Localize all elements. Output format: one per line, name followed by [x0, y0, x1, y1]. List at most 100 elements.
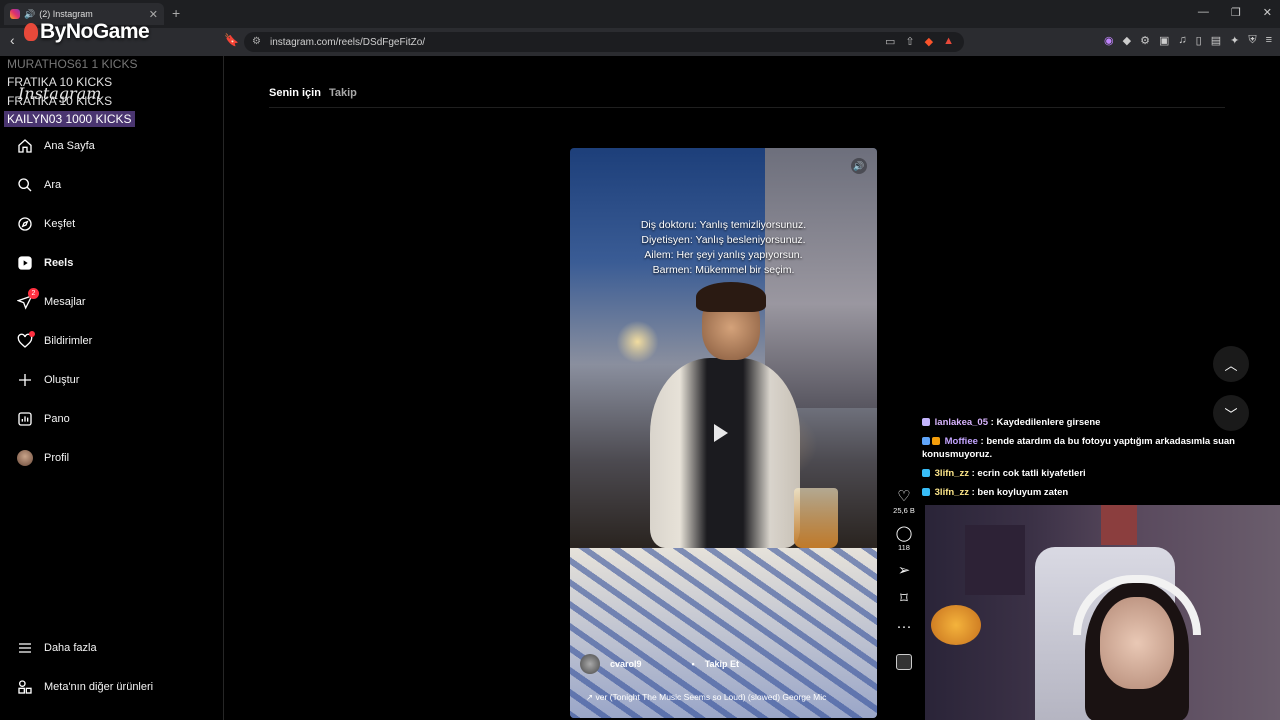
close-tab-icon[interactable]: ✕ — [149, 8, 158, 21]
chat-badge-icon — [922, 437, 930, 446]
chat-message: 3lifn_zz : ecrin cok tatli kiyafetleri — [922, 467, 1252, 480]
chat-text: ben koyluyum zaten — [977, 487, 1069, 498]
send-icon: ➢ — [897, 562, 911, 579]
divider — [269, 107, 1225, 108]
url-field[interactable]: ⚙ instagram.com/reels/DSdFgeFitZo/ ▭ ⇧ ◆… — [244, 32, 964, 52]
sidebar-item-profile[interactable]: Profil — [16, 447, 69, 469]
audio-thumbnail[interactable] — [896, 654, 912, 670]
sidebar: MURATHOS61 1 KICKS FRATIKA 10 KICKS Inst… — [0, 56, 224, 720]
chevron-up-icon: ︿ — [1224, 357, 1238, 373]
tab-for-you[interactable]: Senin için — [269, 87, 321, 99]
notification-badge: 2 — [28, 288, 39, 299]
cast-icon[interactable]: ▭ — [885, 35, 895, 48]
extension-icon[interactable]: ◉ — [1104, 34, 1114, 47]
apps-grid-icon — [16, 678, 34, 696]
volume-icon[interactable]: 🔊 — [851, 158, 867, 174]
play-icon[interactable] — [714, 424, 728, 442]
video-scene-glass — [794, 488, 838, 548]
extension-icon[interactable]: ▣ — [1159, 34, 1169, 47]
like-count: 25,6 B — [893, 506, 915, 515]
sidebar-item-meta-products[interactable]: Meta'nın diğer ürünleri — [16, 676, 153, 698]
chat-text: ecrin cok tatli kiyafetleri — [977, 468, 1086, 479]
notification-dot — [29, 331, 35, 337]
heart-icon — [16, 331, 35, 350]
instagram-favicon-icon — [10, 9, 20, 19]
dashboard-icon — [16, 410, 34, 428]
tab-following[interactable]: Takip — [329, 87, 357, 99]
back-icon[interactable]: ‹ — [10, 32, 15, 48]
chat-username: 3lifn_zz — [934, 468, 969, 479]
avatar[interactable] — [580, 654, 600, 674]
chat-text: Kaydedilenlere girsene — [996, 417, 1101, 428]
vpn-icon[interactable]: ⛨ — [1248, 34, 1256, 47]
video-scene-person — [650, 282, 800, 548]
comment-icon: ◯ — [895, 525, 913, 542]
music-track[interactable]: ↗ ver (Tonight The Music Seems so Loud) … — [586, 692, 866, 703]
sidebar-item-messages[interactable]: 2 Mesajlar — [16, 288, 86, 313]
sidebar-item-create[interactable]: Oluştur — [16, 369, 79, 391]
sidebar-item-label: Profil — [44, 452, 70, 464]
kick-alert: MURATHOS61 1 KICKS — [7, 57, 138, 71]
compass-icon — [16, 215, 34, 233]
menu-icon[interactable]: ≡ — [1266, 34, 1272, 47]
sidebar-item-explore[interactable]: Keşfet — [16, 213, 75, 235]
url-actions: ▭ ⇧ ◆ ▲ — [885, 35, 954, 48]
sidebar-item-dashboard[interactable]: Pano — [16, 408, 70, 430]
comment-button[interactable]: ◯ 118 — [896, 525, 913, 552]
rewards-icon[interactable]: ▲ — [943, 35, 954, 48]
brave-shield-icon[interactable]: ◆ — [925, 35, 933, 48]
wallet-icon[interactable]: ▤ — [1211, 34, 1221, 47]
chat-message: Moffiee : bende atardım da bu fotoyu yap… — [922, 436, 1235, 460]
reel-actions: ♡ 25,6 B ◯ 118 ➢ ⌑ ··· — [889, 488, 919, 670]
sidebar-item-home[interactable]: Ana Sayfa — [16, 135, 95, 157]
music-icon[interactable]: ♫ — [1178, 34, 1186, 47]
more-options-button[interactable]: ··· — [897, 618, 912, 636]
reel-video[interactable]: Diş doktoru: Yanlış temizliyorsunuz. Diy… — [570, 148, 877, 718]
home-icon — [16, 137, 34, 155]
save-button[interactable]: ⌑ — [900, 590, 908, 608]
chat-message: lanlakea_05 : Kaydedilenlere girsene — [922, 416, 1252, 429]
site-info-icon[interactable]: ⚙ — [252, 36, 261, 47]
follow-button[interactable]: Takip Et — [705, 659, 739, 669]
leo-icon[interactable]: ✦ — [1230, 34, 1239, 47]
speaker-icon: 🔊 — [24, 8, 36, 19]
restore-icon[interactable]: ❐ — [1231, 6, 1241, 19]
share-icon[interactable]: ⇧ — [905, 35, 914, 48]
sidebar-item-label: Mesajlar — [44, 296, 86, 308]
sidebar-item-more[interactable]: Daha fazla — [16, 637, 97, 659]
sidebar-item-label: Ara — [44, 179, 62, 191]
stream-chat: lanlakea_05 : Kaydedilenlere girsene Mof… — [922, 416, 1252, 505]
previous-reel-button[interactable]: ︿ — [1213, 346, 1249, 382]
reels-icon — [16, 254, 34, 272]
minimize-icon[interactable]: — — [1198, 6, 1209, 19]
chat-username: 3lifn_zz — [934, 487, 969, 498]
sidebar-item-reels[interactable]: Reels — [16, 252, 73, 274]
sidebar-item-label: Bildirimler — [44, 335, 93, 347]
kick-alert: FRATIKA 10 KICKS — [7, 94, 113, 108]
new-tab-button[interactable]: + — [172, 5, 180, 21]
sidebar-item-label: Oluştur — [44, 374, 80, 386]
extension-icon[interactable]: ⚙ — [1140, 34, 1150, 47]
extensions-bar: ◉ ◆ ⚙ ▣ ♫ ▯ ▤ ✦ ⛨ ≡ — [1104, 34, 1272, 47]
chat-username: Moffiee — [944, 436, 978, 447]
plus-icon — [16, 371, 34, 389]
close-window-icon[interactable]: ✕ — [1263, 6, 1272, 19]
reel-author: cvarol9 • Takip Et — [580, 654, 739, 674]
sidebar-item-notifications[interactable]: Bildirimler — [16, 330, 92, 352]
author-username[interactable]: cvarol9 — [610, 659, 642, 669]
extension-icon[interactable]: ◆ — [1123, 34, 1131, 47]
avatar — [16, 449, 34, 467]
address-bar: ⚙ instagram.com/reels/DSdFgeFitZo/ ▭ ⇧ ◆… — [0, 28, 1280, 56]
chat-message: 3lifn_zz : ben koyluyum zaten — [922, 486, 1252, 499]
search-icon — [16, 176, 34, 194]
bookmark-icon[interactable]: 🔖 — [224, 33, 239, 47]
like-button[interactable]: ♡ 25,6 B — [893, 488, 915, 515]
share-button[interactable]: ➢ — [898, 562, 911, 580]
reel-caption: Diş doktoru: Yanlış temizliyorsunuz. Diy… — [640, 219, 807, 276]
more-icon: ··· — [896, 618, 912, 635]
sidebar-toggle-icon[interactable]: ▯ — [1196, 34, 1202, 47]
sidebar-item-search[interactable]: Ara — [16, 174, 61, 196]
browser-tabbar: 🔊 (2) Instagram ✕ + — ❐ ✕ — [0, 0, 1280, 28]
streamer-webcam — [925, 505, 1280, 720]
bookmark-icon: ⌑ — [900, 590, 908, 607]
